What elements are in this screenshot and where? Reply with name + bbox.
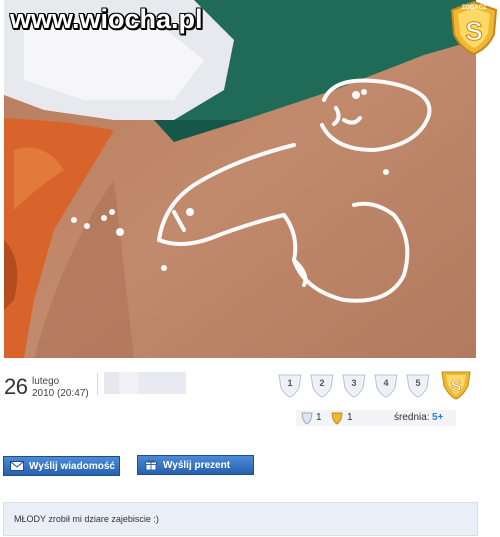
shield-icon <box>301 412 313 425</box>
post-day: 26 <box>4 374 28 399</box>
send-gift-label: Wyślij prezent <box>163 459 231 471</box>
super-shield-icon <box>331 412 343 425</box>
rate-label: 2 <box>319 378 325 388</box>
rate-button-4[interactable]: 4 <box>372 372 400 398</box>
badge-label: ZOBACZ <box>462 5 487 11</box>
rating-stats: 1 1 średnia: 5+ <box>296 410 456 426</box>
site-watermark: www.wiocha.pl <box>10 4 203 34</box>
post-comment: MŁODY zrobił mi dziare zajebiscie :) <box>3 502 478 536</box>
divider <box>97 373 98 395</box>
rate-label: 4 <box>383 378 389 388</box>
rate-button-3[interactable]: 3 <box>340 372 368 398</box>
average-label: średnia: <box>394 412 430 423</box>
send-gift-button[interactable]: Wyślij prezent <box>137 455 254 475</box>
svg-text:S: S <box>451 378 462 395</box>
comment-text: MŁODY zrobił mi dziare zajebiscie :) <box>14 514 159 524</box>
super-count: 1 <box>347 412 353 423</box>
rate-label: 1 <box>287 378 293 388</box>
rate-button-2[interactable]: 2 <box>308 372 336 398</box>
send-message-button[interactable]: Wyślij wiadomość <box>3 456 120 476</box>
super-shield-icon[interactable]: S ZOBACZ <box>448 0 500 56</box>
send-message-label: Wyślij wiadomość <box>29 460 115 472</box>
rate-button-5[interactable]: 5 <box>404 372 432 398</box>
super-shield-icon[interactable]: S <box>438 370 474 400</box>
shield-count: 1 <box>316 412 322 423</box>
author-avatar-blurred[interactable] <box>104 372 186 394</box>
average-value: 5+ <box>432 412 444 423</box>
rate-button-1[interactable]: 1 <box>276 372 304 398</box>
svg-text:S: S <box>465 16 482 46</box>
rate-label: 5 <box>415 378 421 388</box>
gift-icon <box>145 460 157 470</box>
envelope-icon <box>10 461 24 471</box>
post-photo[interactable]: www.wiocha.pl <box>4 0 476 358</box>
rate-label: 3 <box>351 378 357 388</box>
photo-illustration <box>4 0 476 358</box>
post-month: lutego <box>32 376 60 387</box>
post-time: 2010 (20:47) <box>32 388 89 399</box>
